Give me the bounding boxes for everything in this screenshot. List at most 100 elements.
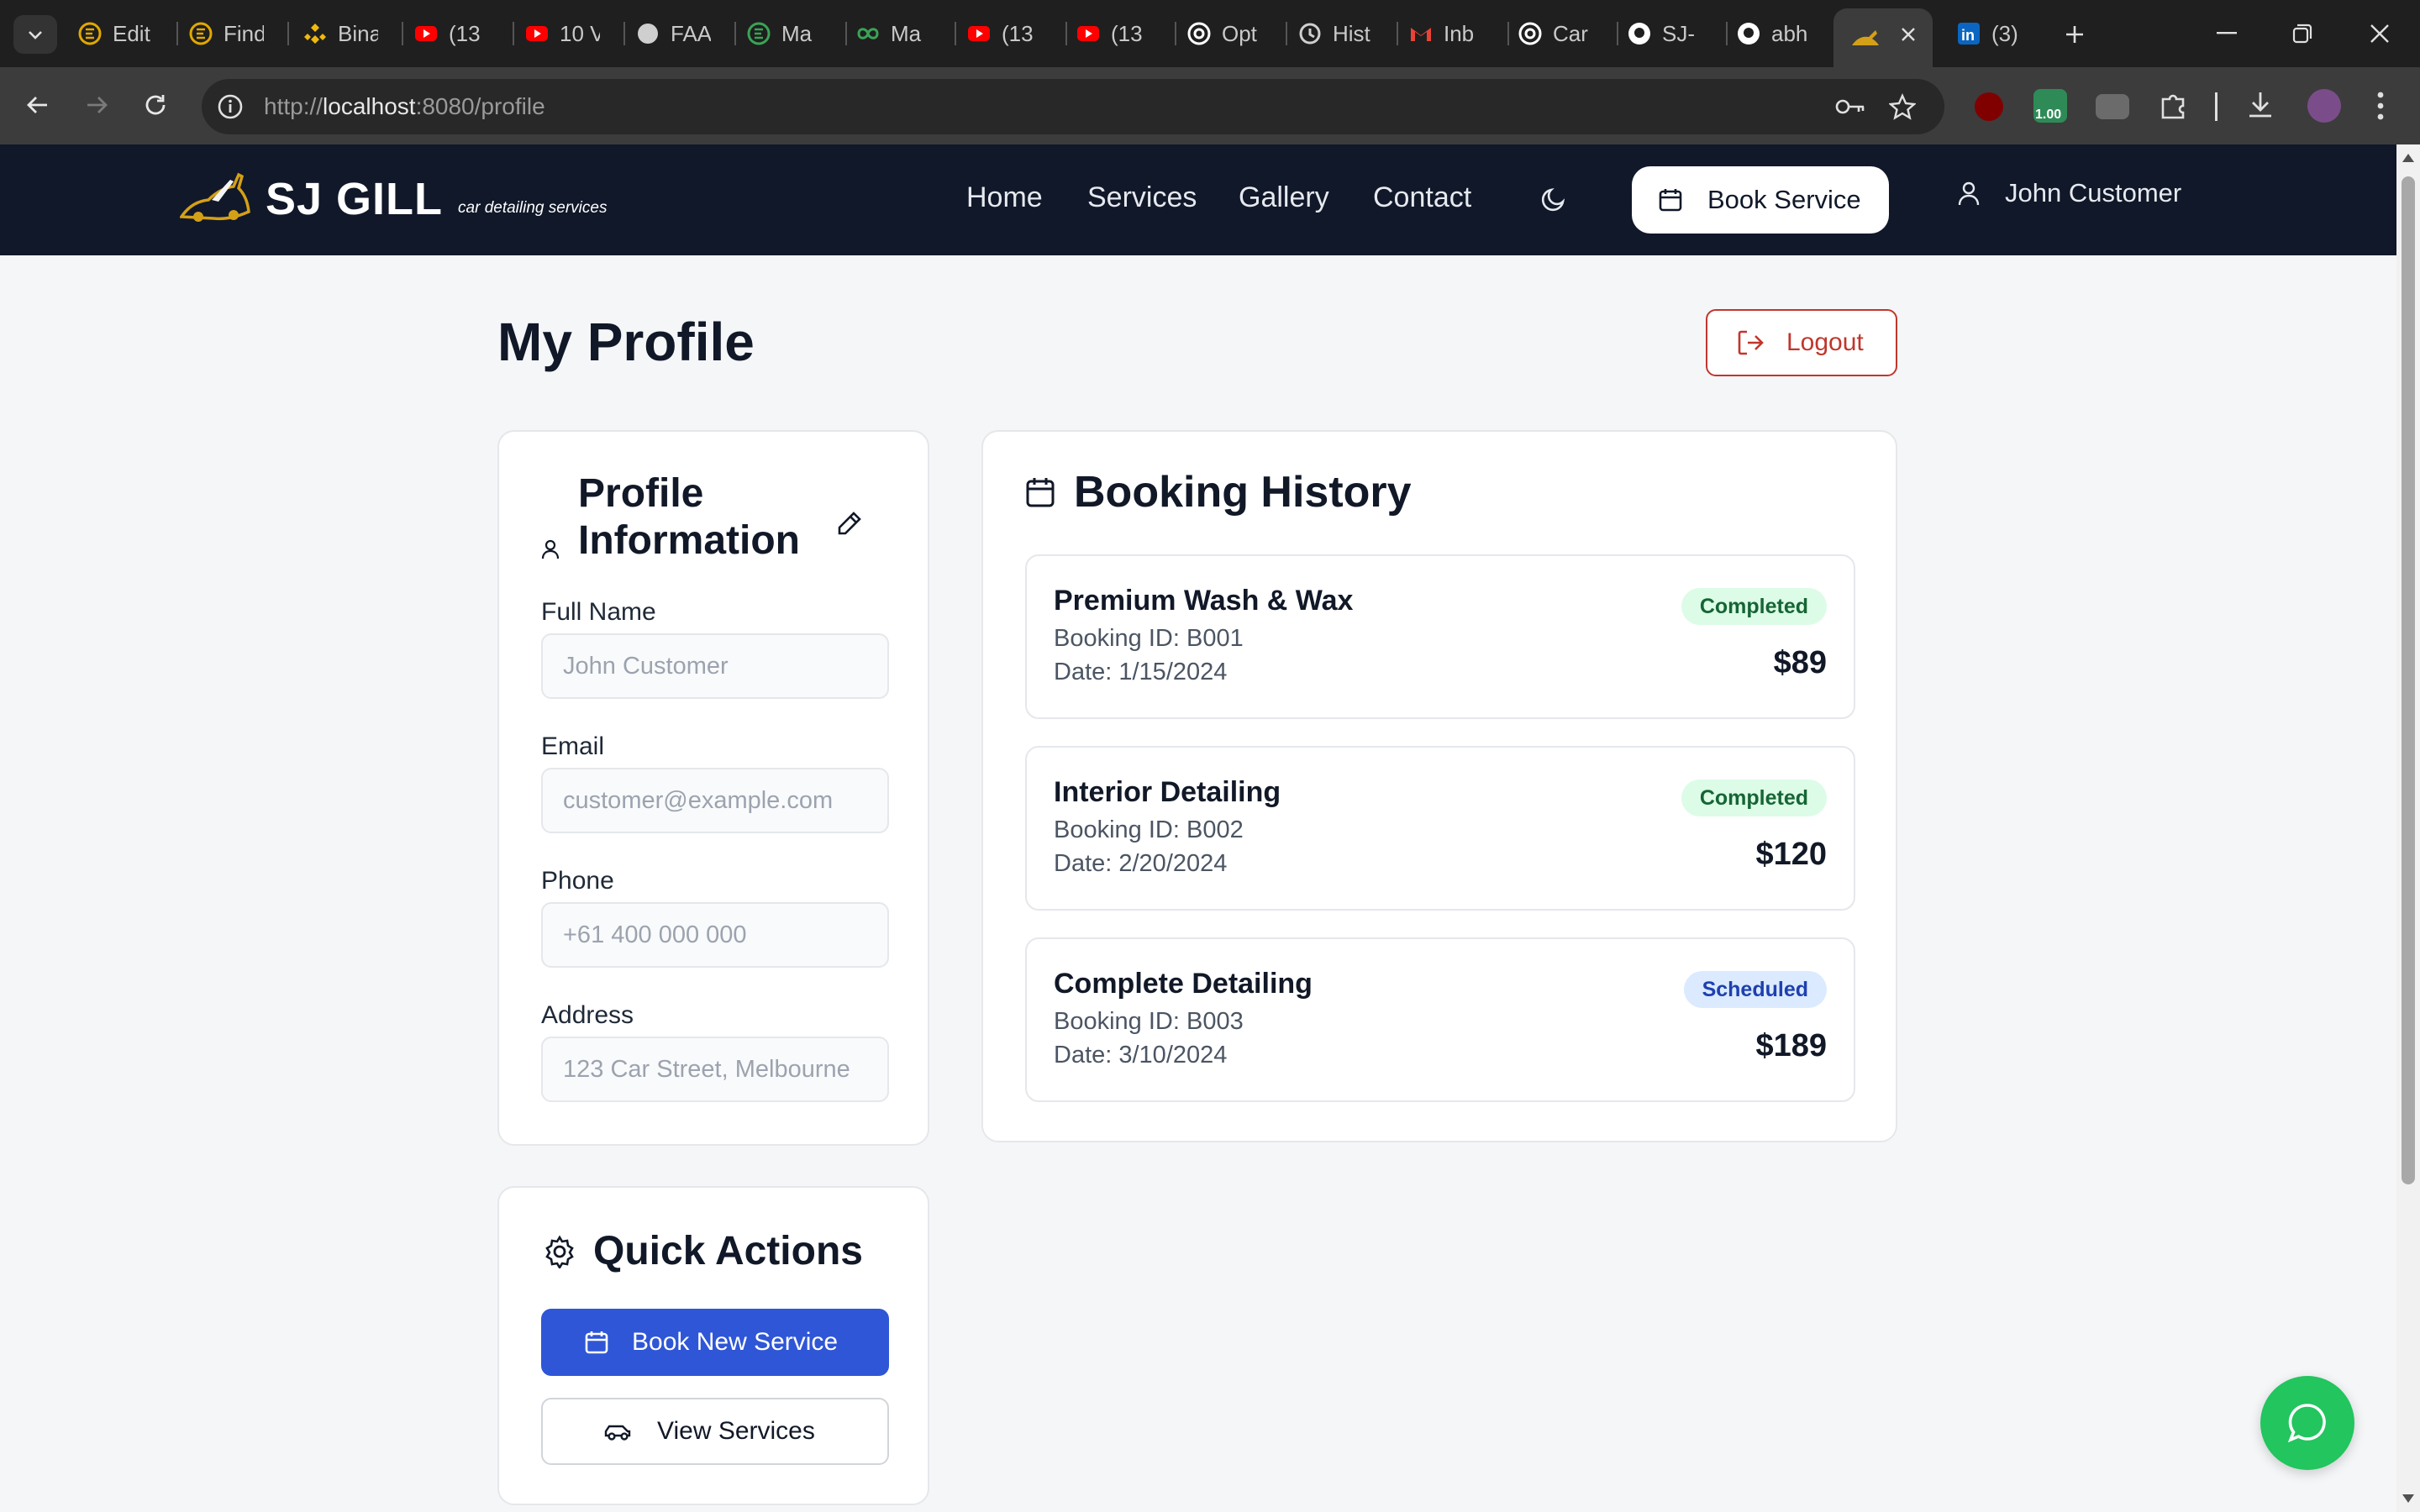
linkedin-icon: in — [1956, 21, 1981, 46]
browser-tab[interactable]: SJ- — [1627, 10, 1702, 57]
restore-icon[interactable] — [2292, 24, 2312, 44]
nav-gallery[interactable]: Gallery — [1239, 181, 1329, 214]
logout-button[interactable]: Logout — [1706, 309, 1897, 376]
tab-separator — [734, 22, 736, 45]
tab-title: Bina — [338, 20, 378, 46]
browser-tab[interactable]: (13 — [413, 10, 489, 57]
browser-tab[interactable]: Ma — [855, 10, 931, 57]
scrollbar-thumb[interactable] — [2402, 176, 2415, 1184]
email-label: Email — [541, 732, 605, 760]
chat-button[interactable] — [2260, 1376, 2354, 1470]
tab-separator — [1286, 22, 1287, 45]
tab-title: Ma — [891, 20, 922, 46]
folder-extension-icon[interactable] — [2096, 94, 2129, 119]
infinity-icon — [855, 21, 881, 46]
tab-separator — [623, 22, 625, 45]
browser-tab[interactable]: (13 — [1076, 10, 1151, 57]
booking-id: Booking ID: B003 — [1054, 1008, 1244, 1035]
booking-price: $189 — [1755, 1028, 1827, 1063]
password-key-icon[interactable] — [1833, 93, 1867, 120]
bookmark-star-icon[interactable] — [1889, 93, 1916, 120]
browser-tab[interactable]: Opt — [1186, 10, 1262, 57]
booking-item[interactable]: Premium Wash & Wax Booking ID: B001 Date… — [1025, 554, 1855, 719]
browser-tab[interactable]: Ma — [746, 10, 822, 57]
booking-item[interactable]: Interior Detailing Booking ID: B002 Date… — [1025, 746, 1855, 911]
booking-history-header: Booking History — [1025, 467, 1412, 517]
minimize-icon[interactable] — [2217, 32, 2237, 35]
page-scrollbar[interactable] — [2396, 144, 2420, 1512]
globe-icon — [635, 21, 660, 46]
email-input[interactable] — [541, 768, 889, 833]
page-title: My Profile — [497, 312, 755, 372]
view-services-button[interactable]: View Services — [541, 1398, 889, 1465]
reload-icon[interactable] — [143, 92, 168, 118]
window-close-icon[interactable] — [2370, 24, 2390, 44]
status-badge: Scheduled — [1683, 971, 1827, 1008]
more-menu-icon[interactable] — [2376, 91, 2385, 121]
tab-active[interactable] — [1833, 8, 1933, 67]
quick-actions-card: Quick Actions Book New Service View Serv… — [497, 1186, 929, 1505]
tab-title: SJ- — [1662, 20, 1695, 46]
gear-icon — [545, 1234, 574, 1268]
site-info-icon[interactable] — [213, 90, 247, 123]
youtube-icon — [524, 21, 550, 46]
tab-title: (13 — [1002, 20, 1034, 46]
forward-arrow-icon[interactable] — [84, 92, 109, 118]
user-icon — [1958, 181, 1980, 206]
booking-id: Booking ID: B001 — [1054, 625, 1244, 652]
tab-title: FAA — [671, 20, 711, 46]
book-new-service-button[interactable]: Book New Service — [541, 1309, 889, 1376]
circle-logo-icon — [77, 21, 103, 46]
youtube-icon — [1076, 21, 1101, 46]
nav-services[interactable]: Services — [1087, 181, 1197, 214]
browser-tab[interactable]: (13 — [966, 10, 1042, 57]
user-menu[interactable]: John Customer — [1956, 178, 2181, 208]
browser-tab[interactable]: FAA — [635, 10, 711, 57]
booking-service-name: Complete Detailing — [1054, 968, 1313, 1000]
profile-avatar[interactable] — [2307, 89, 2341, 123]
browser-tab[interactable]: 10 V — [524, 10, 600, 57]
download-icon[interactable] — [2245, 89, 2275, 119]
user-name: John Customer — [2005, 178, 2182, 207]
browser-tab[interactable]: Edit — [77, 10, 153, 57]
extension-badge-value: 1.00 — [2035, 108, 2062, 122]
puzzle-extensions-icon[interactable] — [2158, 91, 2188, 121]
calendar-icon — [585, 1331, 608, 1354]
binance-icon — [302, 21, 328, 46]
ublock-extension-icon[interactable] — [1975, 92, 2003, 121]
address-label: Address — [541, 1001, 634, 1029]
browser-toolbar: http://localhost:8080/profile 1.00 — [0, 67, 2420, 144]
browser-tab[interactable]: Hist — [1297, 10, 1373, 57]
browser-tab[interactable]: Inb — [1408, 10, 1484, 57]
back-arrow-icon[interactable] — [25, 92, 50, 118]
moon-icon[interactable] — [1538, 183, 1570, 215]
calendar-icon — [1026, 478, 1055, 507]
extension-badge-icon[interactable]: 1.00 — [2033, 89, 2067, 123]
scroll-up-arrow-icon[interactable] — [2402, 153, 2415, 163]
browser-tab[interactable]: Car — [1518, 10, 1593, 57]
tab-search-button[interactable] — [13, 15, 57, 54]
browser-tab[interactable]: Bina — [302, 10, 378, 57]
address-bar[interactable]: http://localhost:8080/profile — [202, 79, 1944, 134]
booking-item[interactable]: Complete Detailing Booking ID: B003 Date… — [1025, 937, 1855, 1102]
phone-input[interactable] — [541, 902, 889, 968]
edit-pencil-icon[interactable] — [835, 509, 864, 538]
nav-contact[interactable]: Contact — [1373, 181, 1471, 214]
new-tab-icon[interactable] — [2064, 24, 2086, 45]
full-name-label: Full Name — [541, 598, 656, 626]
full-name-input[interactable] — [541, 633, 889, 699]
quick-actions-header: Quick Actions — [543, 1228, 863, 1274]
brand-logo[interactable]: SJ GILL car detailing services — [180, 163, 607, 235]
nav-home[interactable]: Home — [966, 181, 1043, 214]
browser-tab[interactable]: in (3) — [1956, 10, 2032, 57]
close-icon[interactable] — [1899, 25, 1918, 44]
url-text: http://localhost:8080/profile — [264, 93, 545, 119]
tab-separator — [1175, 22, 1176, 45]
address-input[interactable] — [541, 1037, 889, 1102]
book-new-service-label: Book New Service — [632, 1328, 839, 1356]
book-service-button[interactable]: Book Service — [1632, 166, 1889, 234]
scroll-down-arrow-icon[interactable] — [2402, 1494, 2415, 1504]
browser-tab[interactable]: abh — [1736, 10, 1812, 57]
browser-tab[interactable]: Find — [188, 10, 264, 57]
tab-title: (13 — [449, 20, 481, 46]
